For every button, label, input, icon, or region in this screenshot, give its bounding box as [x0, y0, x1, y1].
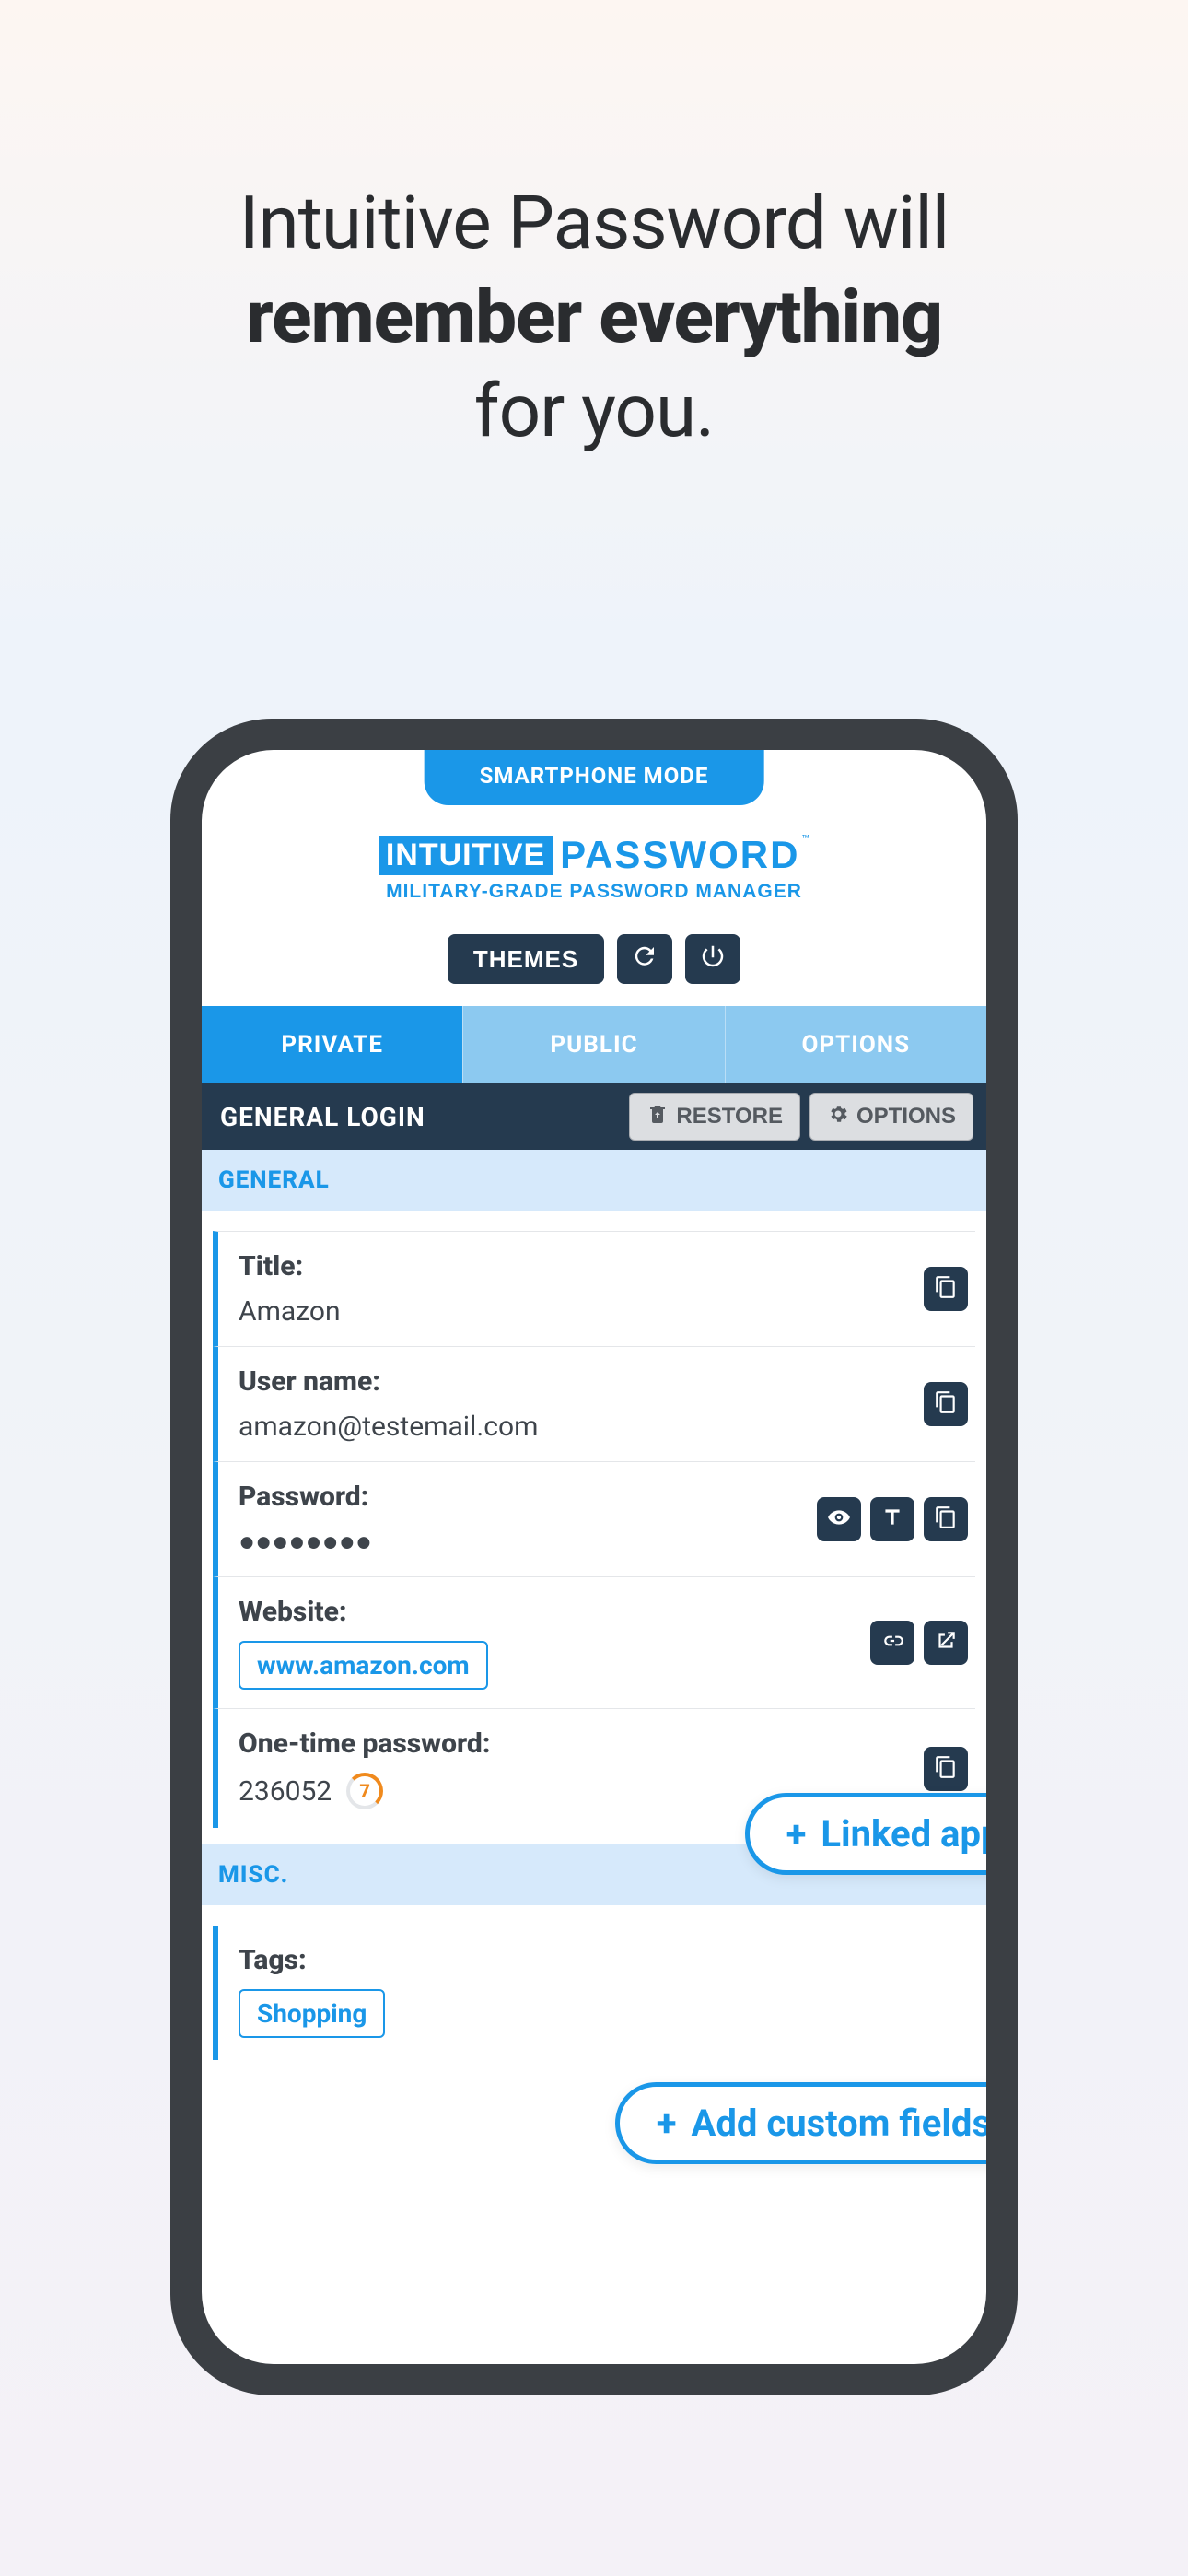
website-label: Website:: [239, 1596, 968, 1628]
large-text-button[interactable]: [870, 1497, 914, 1541]
field-website: Website: www.amazon.com: [213, 1577, 975, 1709]
username-value: amazon@testemail.com: [239, 1411, 968, 1443]
tab-public[interactable]: PUBLIC: [462, 1006, 724, 1083]
power-button[interactable]: [685, 934, 740, 984]
subheader-title: GENERAL LOGIN: [215, 1102, 620, 1132]
link-icon: [880, 1629, 904, 1657]
gear-icon: [827, 1103, 849, 1131]
tag-chip[interactable]: Shopping: [239, 1989, 385, 2038]
title-label: Title:: [239, 1250, 968, 1282]
options-button[interactable]: OPTIONS: [809, 1093, 973, 1141]
logo-tm: ™: [801, 833, 809, 848]
otp-label: One-time password:: [239, 1727, 968, 1760]
themes-button[interactable]: THEMES: [448, 934, 604, 984]
trash-restore-icon: [646, 1103, 669, 1131]
reveal-password-button[interactable]: [817, 1497, 861, 1541]
copy-password-button[interactable]: [924, 1497, 968, 1541]
power-icon: [699, 943, 727, 977]
otp-timer: 7: [346, 1773, 383, 1809]
section-general: GENERAL: [202, 1150, 986, 1211]
copy-icon: [934, 1505, 958, 1533]
copy-username-button[interactable]: [924, 1382, 968, 1426]
mode-pill: SMARTPHONE MODE: [425, 750, 764, 805]
eye-icon: [827, 1505, 851, 1533]
tab-options[interactable]: OPTIONS: [725, 1006, 986, 1083]
restore-button[interactable]: RESTORE: [629, 1093, 800, 1141]
main-tabs: PRIVATE PUBLIC OPTIONS: [202, 1006, 986, 1083]
linked-apps-label: Linked apps: [821, 1812, 986, 1856]
username-label: User name:: [239, 1365, 968, 1398]
linked-apps-callout[interactable]: + Linked apps: [745, 1793, 986, 1875]
app-logo: INTUITIVE PASSWORD™ Military-Grade Passw…: [202, 833, 986, 903]
misc-fields: Tags: Shopping: [202, 1926, 986, 2060]
tab-private[interactable]: PRIVATE: [202, 1006, 462, 1083]
refresh-icon: [631, 943, 658, 977]
hero-line-1: Intuitive Password will: [0, 180, 1188, 266]
hero-line-2: remember everything: [0, 274, 1188, 360]
phone-screen: SMARTPHONE MODE INTUITIVE PASSWORD™ Mili…: [202, 750, 986, 2364]
field-tags: Tags: Shopping: [213, 1926, 975, 2060]
otp-value: 236052: [239, 1775, 332, 1808]
copy-link-button[interactable]: [870, 1621, 914, 1665]
field-password: Password: ●●●●●●●●: [213, 1462, 975, 1577]
open-website-button[interactable]: [924, 1621, 968, 1665]
title-value: Amazon: [239, 1295, 968, 1328]
add-custom-fields-label: Add custom fields: [692, 2102, 986, 2145]
plus-icon: +: [786, 1816, 807, 1853]
top-toolbar: THEMES: [202, 934, 986, 984]
restore-label: RESTORE: [676, 1104, 783, 1130]
copy-title-button[interactable]: [924, 1267, 968, 1311]
copy-otp-button[interactable]: [924, 1747, 968, 1791]
plus-icon: +: [657, 2105, 677, 2142]
tags-label: Tags:: [239, 1944, 968, 1976]
hero-headline: Intuitive Password will remember everyth…: [0, 0, 1188, 454]
hero-line-3: for you.: [0, 368, 1188, 454]
field-title: Title: Amazon: [213, 1231, 975, 1347]
website-link[interactable]: www.amazon.com: [239, 1641, 488, 1690]
copy-icon: [934, 1390, 958, 1418]
phone-frame: SMARTPHONE MODE INTUITIVE PASSWORD™ Mili…: [170, 719, 1018, 2395]
logo-subtitle: Military-Grade Password Manager: [202, 881, 986, 903]
text-icon: [880, 1505, 904, 1533]
options-label: OPTIONS: [856, 1104, 956, 1130]
logo-word: PASSWORD: [560, 833, 799, 876]
refresh-button[interactable]: [617, 934, 672, 984]
logo-box: INTUITIVE: [379, 836, 553, 875]
general-fields: Title: Amazon User name: amazon@testemai…: [202, 1231, 986, 1828]
add-custom-fields-callout[interactable]: + Add custom fields: [615, 2082, 986, 2164]
subheader-bar: GENERAL LOGIN RESTORE OPTIONS: [202, 1083, 986, 1150]
field-username: User name: amazon@testemail.com: [213, 1347, 975, 1462]
copy-icon: [934, 1275, 958, 1303]
copy-icon: [934, 1755, 958, 1783]
open-external-icon: [934, 1629, 958, 1657]
